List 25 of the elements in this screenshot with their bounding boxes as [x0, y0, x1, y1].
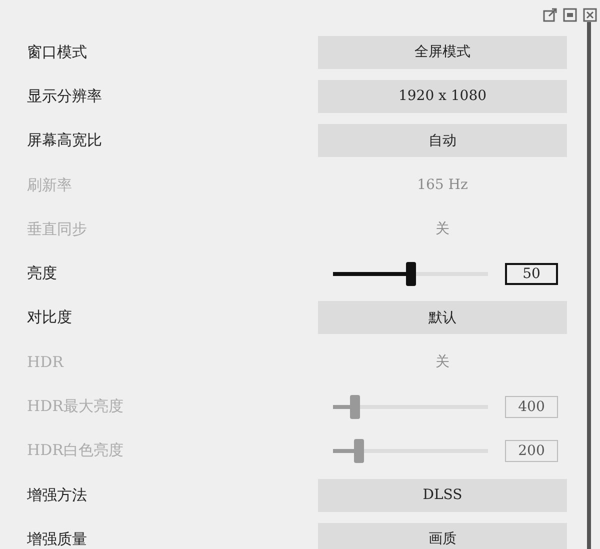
slider[interactable]	[333, 262, 488, 286]
setting-label: 亮度	[27, 264, 58, 284]
setting-label: 显示分辨率	[27, 86, 103, 106]
setting-label: HDR	[27, 353, 65, 372]
setting-label: 刷新率	[27, 176, 73, 195]
setting-label: HDR白色亮度	[27, 441, 124, 460]
setting-label: 屏幕高宽比	[27, 131, 103, 150]
setting-label: 增强方法	[27, 486, 88, 505]
option-selector[interactable]: 默认	[318, 301, 567, 334]
value-field[interactable]: 50	[505, 262, 558, 285]
option-selector[interactable]: DLSS	[318, 478, 567, 512]
setting-label: 窗口模式	[27, 42, 88, 62]
close-icon[interactable]	[583, 8, 597, 22]
setting-label: 增强质量	[27, 530, 88, 549]
setting-label: 垂直同步	[27, 220, 88, 239]
popout-icon[interactable]	[543, 8, 557, 22]
minimize-icon[interactable]	[563, 8, 577, 22]
option-selector[interactable]: 自动	[318, 124, 567, 158]
setting-label: 对比度	[27, 308, 73, 328]
slider-thumb[interactable]	[406, 262, 416, 286]
scrollbar[interactable]	[587, 22, 591, 549]
option-selector[interactable]: 全屏模式	[318, 36, 567, 69]
setting-label: HDR最大亮度	[27, 397, 124, 416]
option-selector[interactable]: 画质	[318, 522, 567, 549]
option-selector[interactable]: 1920 x 1080	[318, 80, 567, 113]
